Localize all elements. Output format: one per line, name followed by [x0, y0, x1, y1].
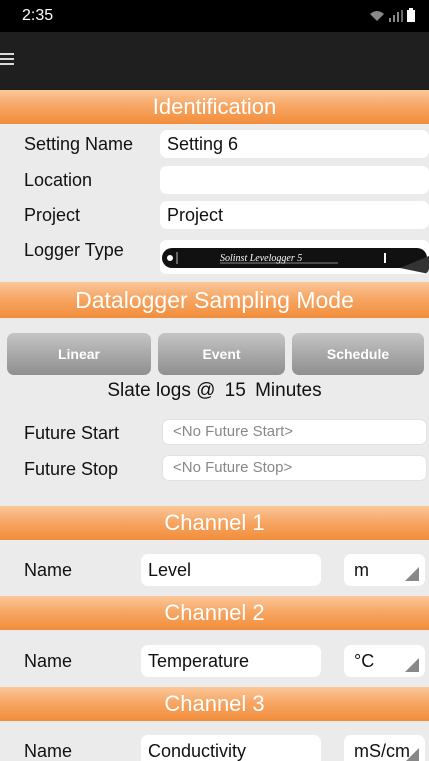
channel-3-unit-select[interactable]: mS/cm: [344, 735, 425, 761]
status-icons: [369, 8, 415, 22]
wifi-icon: [369, 10, 385, 22]
channel-1-header: Channel 1: [0, 506, 429, 540]
setting-name-label: Setting Name: [24, 134, 134, 154]
logger-type-image[interactable]: Solinst Levelogger 5: [160, 240, 429, 274]
channel-1-name-label: Name: [24, 560, 73, 580]
schedule-mode-button[interactable]: Schedule: [292, 333, 424, 375]
project-field[interactable]: Project: [160, 201, 429, 229]
future-stop-field[interactable]: <No Future Stop>: [162, 455, 427, 481]
linear-mode-button[interactable]: Linear: [7, 333, 151, 375]
channel-2-name-label: Name: [24, 651, 73, 671]
channel-3-unit-value: mS/cm: [354, 741, 410, 761]
slate-log-interval: Slate logs @ 15 Minutes: [0, 380, 429, 402]
channel-2-name-field[interactable]: Temperature: [141, 645, 321, 677]
dropdown-corner-icon: [405, 658, 419, 672]
future-start-field[interactable]: <No Future Start>: [162, 419, 427, 445]
signal-icon: [389, 10, 403, 22]
project-label: Project: [24, 205, 81, 225]
location-field[interactable]: [160, 166, 429, 194]
setting-name-field[interactable]: Setting 6: [160, 130, 429, 158]
logger-type-label: Logger Type: [24, 240, 124, 260]
dropdown-corner-icon: [405, 567, 419, 581]
battery-icon: [407, 8, 415, 22]
future-start-label: Future Start: [24, 423, 120, 443]
channel-2-header: Channel 2: [0, 596, 429, 630]
logger-brand-text: Solinst Levelogger 5: [220, 253, 302, 264]
app-toolbar: [0, 32, 429, 90]
channel-1-unit-value: m: [354, 560, 369, 580]
dropdown-corner-icon: [405, 748, 419, 761]
status-time: 2:35: [22, 7, 54, 24]
channel-3-name-field[interactable]: Conductivity: [141, 735, 321, 761]
slate-prefix: Slate logs @: [107, 380, 216, 401]
channel-1-name-field[interactable]: Level: [141, 554, 321, 586]
channel-1-unit-select[interactable]: m: [344, 554, 425, 586]
event-mode-button[interactable]: Event: [158, 333, 285, 375]
future-stop-label: Future Stop: [24, 459, 119, 479]
channel-3-header: Channel 3: [0, 687, 429, 721]
hamburger-menu-icon[interactable]: [0, 53, 14, 65]
channel-3-name-label: Name: [24, 741, 73, 761]
channel-2-unit-select[interactable]: °C: [344, 645, 425, 677]
sampling-mode-header: Datalogger Sampling Mode: [0, 282, 429, 318]
slate-unit: Minutes: [255, 380, 322, 401]
channel-2-unit-value: °C: [354, 651, 375, 671]
identification-header: Identification: [0, 90, 429, 124]
slate-value: 15: [224, 380, 246, 401]
location-label: Location: [24, 170, 93, 190]
status-bar: 2:35: [0, 0, 429, 32]
